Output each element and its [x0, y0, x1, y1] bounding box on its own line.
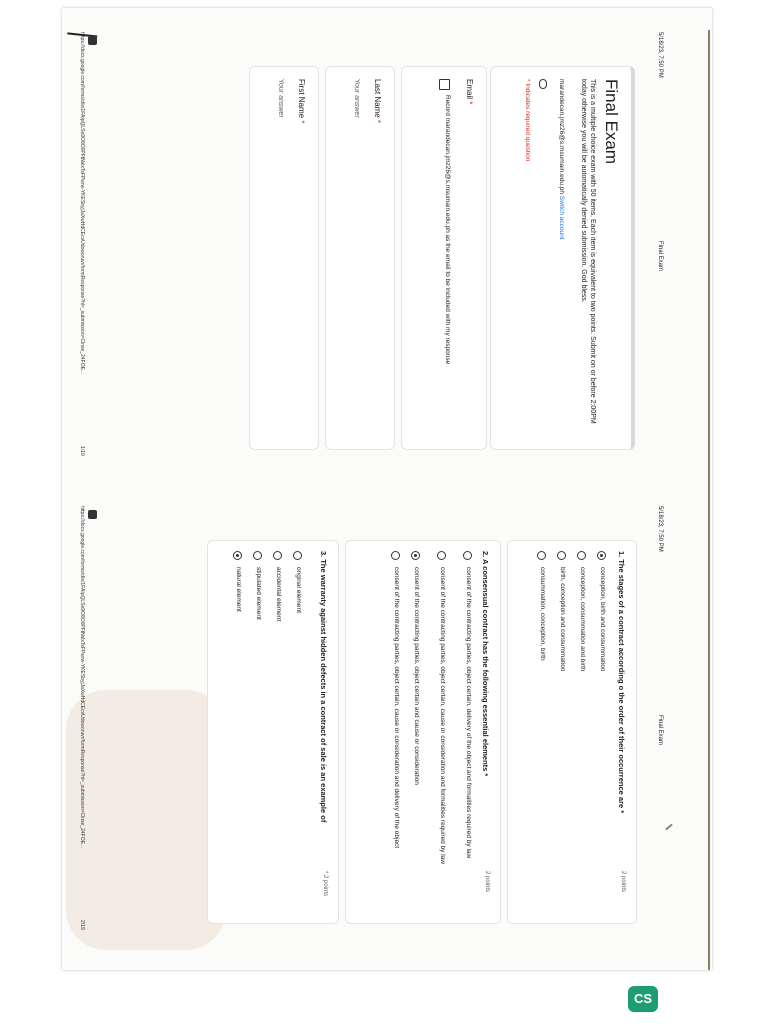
question-title: 2. A consensual contract has the followi… — [481, 551, 490, 777]
printed-page-1: 5/18/23, 7:50 PM Final Exam Final Exam T… — [55, 26, 665, 496]
print-header-title: Final Exam — [657, 715, 663, 746]
question-title: 1. The stages of a contract according o … — [617, 551, 626, 814]
required-note: * Indicates required question — [524, 79, 531, 162]
print-timestamp: 5/18/23, 7:50 PM — [657, 506, 663, 552]
radio-button-icon[interactable] — [391, 551, 400, 560]
option-label: consent of the contracting parties, obje… — [393, 567, 400, 849]
radio-button-icon[interactable] — [437, 551, 446, 560]
print-header: 5/18/23, 7:50 PM Final Exam — [651, 26, 665, 496]
option-label: accidental element — [275, 567, 282, 622]
required-star: * — [465, 101, 474, 105]
last-name-card: Last Name * Your answer — [325, 66, 395, 450]
switch-account-link[interactable]: Switch account — [558, 196, 565, 240]
question-title: 3. The warranty against hidden defects i… — [319, 551, 328, 823]
print-header: 5/18/23, 7:50 PM Final Exam — [651, 500, 665, 970]
radio-button-selected-icon[interactable] — [411, 551, 420, 560]
print-footer: https://docs.google.com/forms/d/e/1FAIpQ… — [73, 26, 87, 496]
radio-button-icon[interactable] — [293, 551, 302, 560]
first-name-label: First Name * — [297, 79, 306, 123]
email-question-card: Email * Record marandecan.jmz26@s.msumai… — [401, 66, 487, 450]
radio-button-icon[interactable] — [557, 551, 566, 560]
question-points: * 2 points — [322, 871, 328, 897]
option-label: conception, consummation and birth — [579, 567, 586, 672]
account-email: marandecan.jmz26@s.msumain.edu.ph — [558, 79, 565, 194]
question-card: 3. The warranty against hidden defects i… — [207, 540, 339, 924]
first-name-input[interactable]: Your answer — [277, 79, 284, 118]
question-points: 2 points — [620, 871, 626, 893]
option-label: consent of the contracting parties, obje… — [439, 567, 446, 864]
required-star: * — [297, 120, 306, 124]
print-header-title: Final Exam — [657, 241, 663, 272]
first-name-card: First Name * Your answer — [249, 66, 319, 450]
printed-page-2: 5/18/23, 7:50 PM Final Exam 1. The stage… — [55, 500, 665, 970]
option-label: original element — [295, 567, 302, 613]
option-label: conception, birth and consummation — [599, 567, 606, 672]
radio-button-icon[interactable] — [537, 551, 546, 560]
radio-button-icon[interactable] — [253, 551, 262, 560]
question-card: 1. The stages of a contract according o … — [507, 540, 637, 924]
email-label: Email * — [465, 79, 474, 104]
record-email-text: Record marandecan.jmz26@s.msumain.edu.ph… — [444, 95, 451, 365]
paper-edge-line — [708, 30, 710, 970]
option-label: natural element — [235, 567, 242, 612]
cloud-saved-icon — [539, 79, 547, 89]
print-page-number: 2/19 — [79, 920, 85, 930]
print-footer-url: https://docs.google.com/forms/d/e/1FAIpQ… — [79, 32, 85, 375]
external-link-icon — [88, 36, 97, 45]
print-timestamp: 5/18/23, 7:50 PM — [657, 32, 663, 78]
last-name-input[interactable]: Your answer — [353, 79, 360, 118]
radio-button-selected-icon[interactable] — [233, 551, 242, 560]
option-label: consent of the contracting parties, obje… — [413, 567, 420, 785]
question-card: 2. A consensual contract has the followi… — [345, 540, 501, 924]
record-email-checkbox[interactable] — [439, 79, 450, 90]
radio-button-icon[interactable] — [577, 551, 586, 560]
option-label: stipulated element — [255, 567, 262, 620]
option-label: birth, conception and consummation — [559, 567, 566, 672]
radio-button-selected-icon[interactable] — [597, 551, 606, 560]
form-description: This is a multiple choice exam with 50 i… — [580, 79, 596, 424]
form-title: Final Exam — [602, 79, 621, 165]
required-star: * — [373, 119, 382, 124]
print-footer: https://docs.google.com/forms/d/e/1FAIpQ… — [73, 500, 87, 970]
option-label: consummation, conception, birth — [539, 567, 546, 661]
print-footer-url: https://docs.google.com/forms/d/e/1FAIpQ… — [79, 506, 85, 849]
question-points: 2 points — [484, 871, 490, 893]
camscanner-logo-badge: CS — [628, 986, 658, 1012]
radio-button-icon[interactable] — [463, 551, 472, 560]
form-header-card: Final Exam This is a multiple choice exa… — [490, 66, 635, 450]
account-line: marandecan.jmz26@s.msumain.edu.ph Switch… — [558, 79, 565, 240]
print-page-number: 1/19 — [79, 446, 85, 456]
external-link-icon — [88, 510, 97, 519]
email-label-text: Email — [465, 79, 474, 100]
first-name-label-text: First Name — [297, 79, 306, 119]
option-label: consent of the contracting parties, obje… — [465, 567, 472, 859]
last-name-label-text: Last Name — [373, 79, 382, 118]
last-name-label: Last Name * — [373, 79, 382, 123]
radio-button-icon[interactable] — [273, 551, 282, 560]
